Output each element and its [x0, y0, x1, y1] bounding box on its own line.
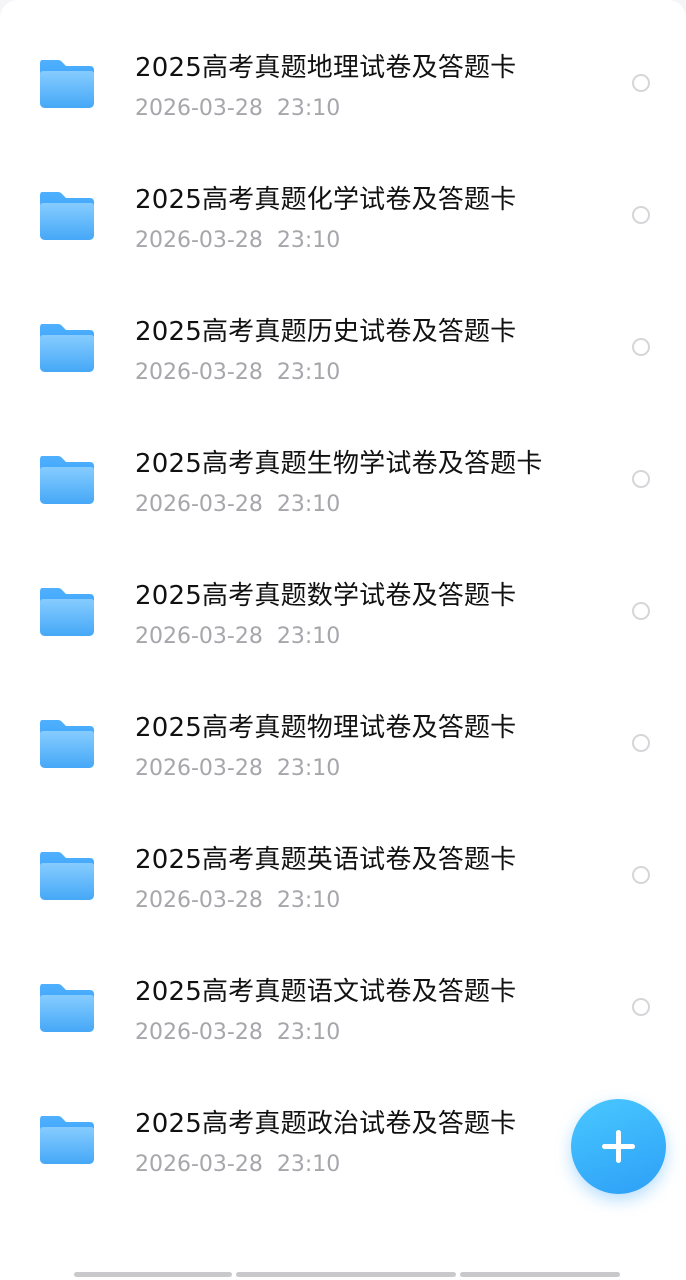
folder-icon [38, 982, 96, 1034]
file-name: 2025高考真题政治试卷及答题卡 [135, 1109, 517, 1139]
folder-icon [38, 586, 96, 638]
file-name: 2025高考真题地理试卷及答题卡 [135, 53, 517, 83]
folder-icon [38, 322, 96, 374]
select-radio[interactable] [632, 74, 650, 92]
folder-icon [38, 718, 96, 770]
folder-icon [38, 190, 96, 242]
file-modified-date: 2026-03-28 23:10 [135, 228, 341, 253]
select-radio[interactable] [632, 734, 650, 752]
file-list-item[interactable]: 2025高考真题生物学试卷及答题卡 2026-03-28 23:10 [0, 414, 686, 546]
file-name: 2025高考真题历史试卷及答题卡 [135, 317, 517, 347]
file-list-item[interactable]: 2025高考真题历史试卷及答题卡 2026-03-28 23:10 [0, 282, 686, 414]
indicator-segment [74, 1272, 232, 1277]
plus-icon [602, 1130, 635, 1163]
file-modified-date: 2026-03-28 23:10 [135, 360, 341, 385]
select-radio[interactable] [632, 206, 650, 224]
file-list-item[interactable]: 2025高考真题地理试卷及答题卡 2026-03-28 23:10 [0, 18, 686, 150]
file-name: 2025高考真题化学试卷及答题卡 [135, 185, 517, 215]
folder-icon [38, 454, 96, 506]
indicator-segment [460, 1272, 620, 1277]
file-name: 2025高考真题数学试卷及答题卡 [135, 581, 517, 611]
select-radio[interactable] [632, 602, 650, 620]
file-name: 2025高考真题物理试卷及答题卡 [135, 713, 517, 743]
file-modified-date: 2026-03-28 23:10 [135, 756, 341, 781]
select-radio[interactable] [632, 998, 650, 1016]
file-modified-date: 2026-03-28 23:10 [135, 888, 341, 913]
file-modified-date: 2026-03-28 23:10 [135, 492, 341, 517]
folder-icon [38, 1114, 96, 1166]
add-button[interactable] [571, 1099, 666, 1194]
folder-icon [38, 850, 96, 902]
file-list-item[interactable]: 2025高考真题数学试卷及答题卡 2026-03-28 23:10 [0, 546, 686, 678]
file-list-item[interactable]: 2025高考真题语文试卷及答题卡 2026-03-28 23:10 [0, 942, 686, 1074]
file-name: 2025高考真题生物学试卷及答题卡 [135, 449, 543, 479]
indicator-segment [236, 1272, 456, 1277]
file-modified-date: 2026-03-28 23:10 [135, 96, 341, 121]
file-list-item[interactable]: 2025高考真题物理试卷及答题卡 2026-03-28 23:10 [0, 678, 686, 810]
bottom-indicator [74, 1272, 620, 1277]
file-list-item[interactable]: 2025高考真题英语试卷及答题卡 2026-03-28 23:10 [0, 810, 686, 942]
select-radio[interactable] [632, 866, 650, 884]
select-radio[interactable] [632, 338, 650, 356]
file-name: 2025高考真题英语试卷及答题卡 [135, 845, 517, 875]
file-list: 2025高考真题地理试卷及答题卡 2026-03-28 23:10 2025高考… [0, 18, 686, 1206]
folder-icon [38, 58, 96, 110]
file-modified-date: 2026-03-28 23:10 [135, 1020, 341, 1045]
file-list-item[interactable]: 2025高考真题化学试卷及答题卡 2026-03-28 23:10 [0, 150, 686, 282]
select-radio[interactable] [632, 470, 650, 488]
file-modified-date: 2026-03-28 23:10 [135, 624, 341, 649]
file-name: 2025高考真题语文试卷及答题卡 [135, 977, 517, 1007]
file-modified-date: 2026-03-28 23:10 [135, 1152, 341, 1177]
file-browser-screen: 2025高考真题地理试卷及答题卡 2026-03-28 23:10 2025高考… [0, 0, 686, 1280]
